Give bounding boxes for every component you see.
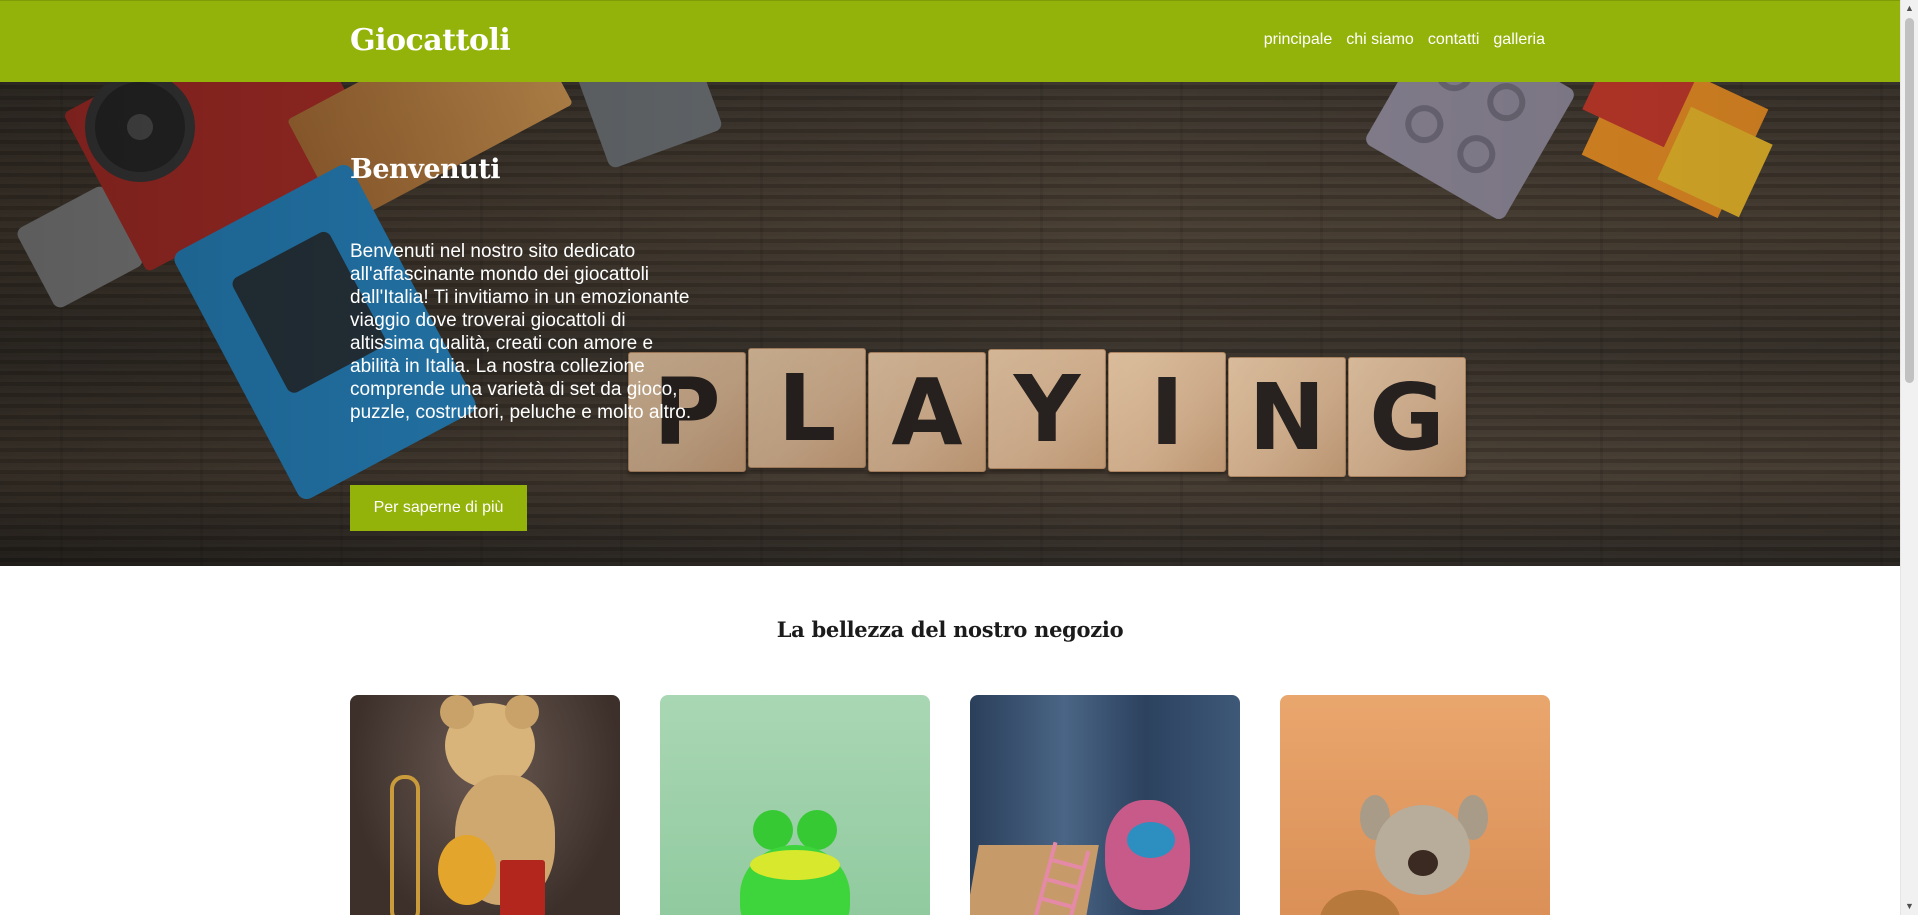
gallery-card-plush-toys[interactable] — [970, 695, 1240, 915]
toy-red-tin — [500, 860, 545, 915]
site-header: Giocattoli principale chi siamo contatti… — [0, 0, 1900, 82]
dog-plush-nose — [1408, 850, 1438, 876]
plush-face — [1127, 822, 1175, 858]
main-nav: principale chi siamo contatti galleria — [1264, 31, 1545, 49]
hero-description: Benvenuti nel nostro sito dedicato all'a… — [350, 241, 692, 423]
frog-eye — [753, 810, 793, 850]
teddy-bear-ear — [440, 695, 474, 729]
pink-plush-image — [1105, 800, 1190, 910]
hero-section: P L A Y I N G Benvenuti Benvenuti nel no… — [0, 82, 1900, 566]
gallery-card-vintage-toys[interactable] — [350, 695, 620, 915]
nav-link-principale[interactable]: principale — [1264, 31, 1332, 49]
scroll-down-icon[interactable]: ▼ — [1901, 898, 1918, 915]
hero-overlay — [0, 82, 1900, 566]
nav-link-contatti[interactable]: contatti — [1428, 31, 1480, 49]
toy-small-bear — [438, 835, 496, 905]
hero-title: Benvenuti — [350, 154, 501, 185]
gallery-title: La bellezza del nostro negozio — [776, 617, 1124, 642]
frog-belly — [750, 850, 840, 880]
toy-trumpet — [390, 775, 420, 915]
gallery-cards — [350, 695, 1550, 915]
frog-plush-image — [735, 805, 855, 915]
nav-link-galleria[interactable]: galleria — [1493, 31, 1545, 49]
scrollbar-thumb[interactable] — [1905, 18, 1914, 383]
nav-link-chi-siamo[interactable]: chi siamo — [1346, 31, 1414, 49]
gallery-card-frog-plush[interactable] — [660, 695, 930, 915]
gallery-card-dog-plush[interactable] — [1280, 695, 1550, 915]
frog-eye — [797, 810, 837, 850]
site-logo[interactable]: Giocattoli — [350, 23, 511, 58]
learn-more-button[interactable]: Per saperne di più — [350, 485, 527, 531]
teddy-bear-image — [1320, 890, 1400, 915]
vertical-scrollbar[interactable]: ▲ ▼ — [1900, 0, 1918, 915]
teddy-bear-ear — [505, 695, 539, 729]
scroll-up-icon[interactable]: ▲ — [1901, 0, 1918, 17]
page: Giocattoli principale chi siamo contatti… — [0, 0, 1900, 915]
